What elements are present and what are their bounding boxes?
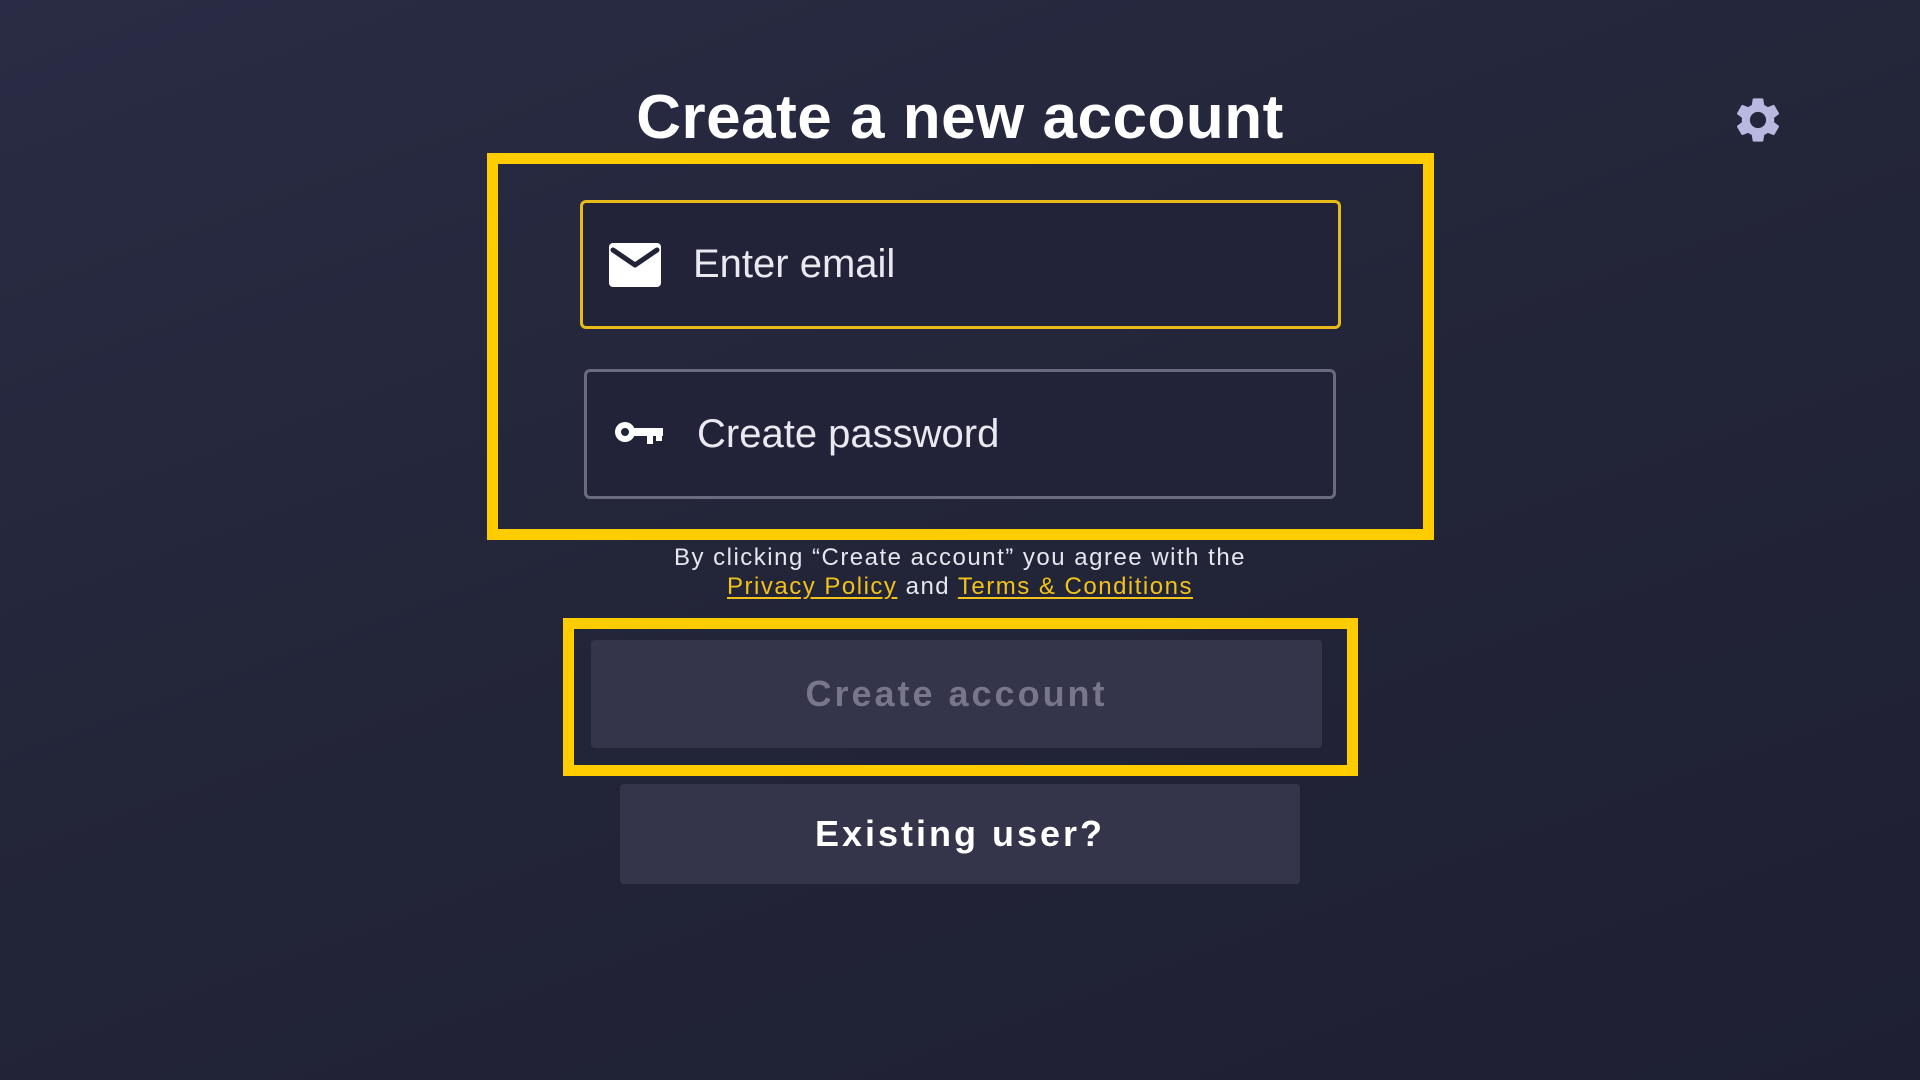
consent-line: By clicking “Create account” you agree w… xyxy=(0,543,1920,572)
password-field[interactable] xyxy=(584,369,1336,499)
email-field[interactable] xyxy=(580,200,1341,329)
consent-joiner: and xyxy=(905,573,951,600)
consent-links-line: Privacy Policy and Terms & Conditions xyxy=(0,572,1920,601)
gear-icon xyxy=(1736,98,1780,142)
email-input[interactable] xyxy=(663,203,1338,326)
consent-prefix: By clicking “Create account” you agree w… xyxy=(673,544,1247,571)
settings-button[interactable] xyxy=(1730,92,1786,148)
password-input[interactable] xyxy=(667,372,1333,496)
key-icon xyxy=(611,406,667,462)
create-account-button[interactable]: Create account xyxy=(591,640,1322,748)
envelope-icon xyxy=(607,237,663,293)
consent-text: By clicking “Create account” you agree w… xyxy=(0,543,1920,601)
terms-conditions-link[interactable]: Terms & Conditions xyxy=(958,573,1193,600)
privacy-policy-link[interactable]: Privacy Policy xyxy=(727,573,897,600)
page-title: Create a new account xyxy=(636,83,1284,152)
existing-user-button[interactable]: Existing user? xyxy=(620,784,1300,884)
